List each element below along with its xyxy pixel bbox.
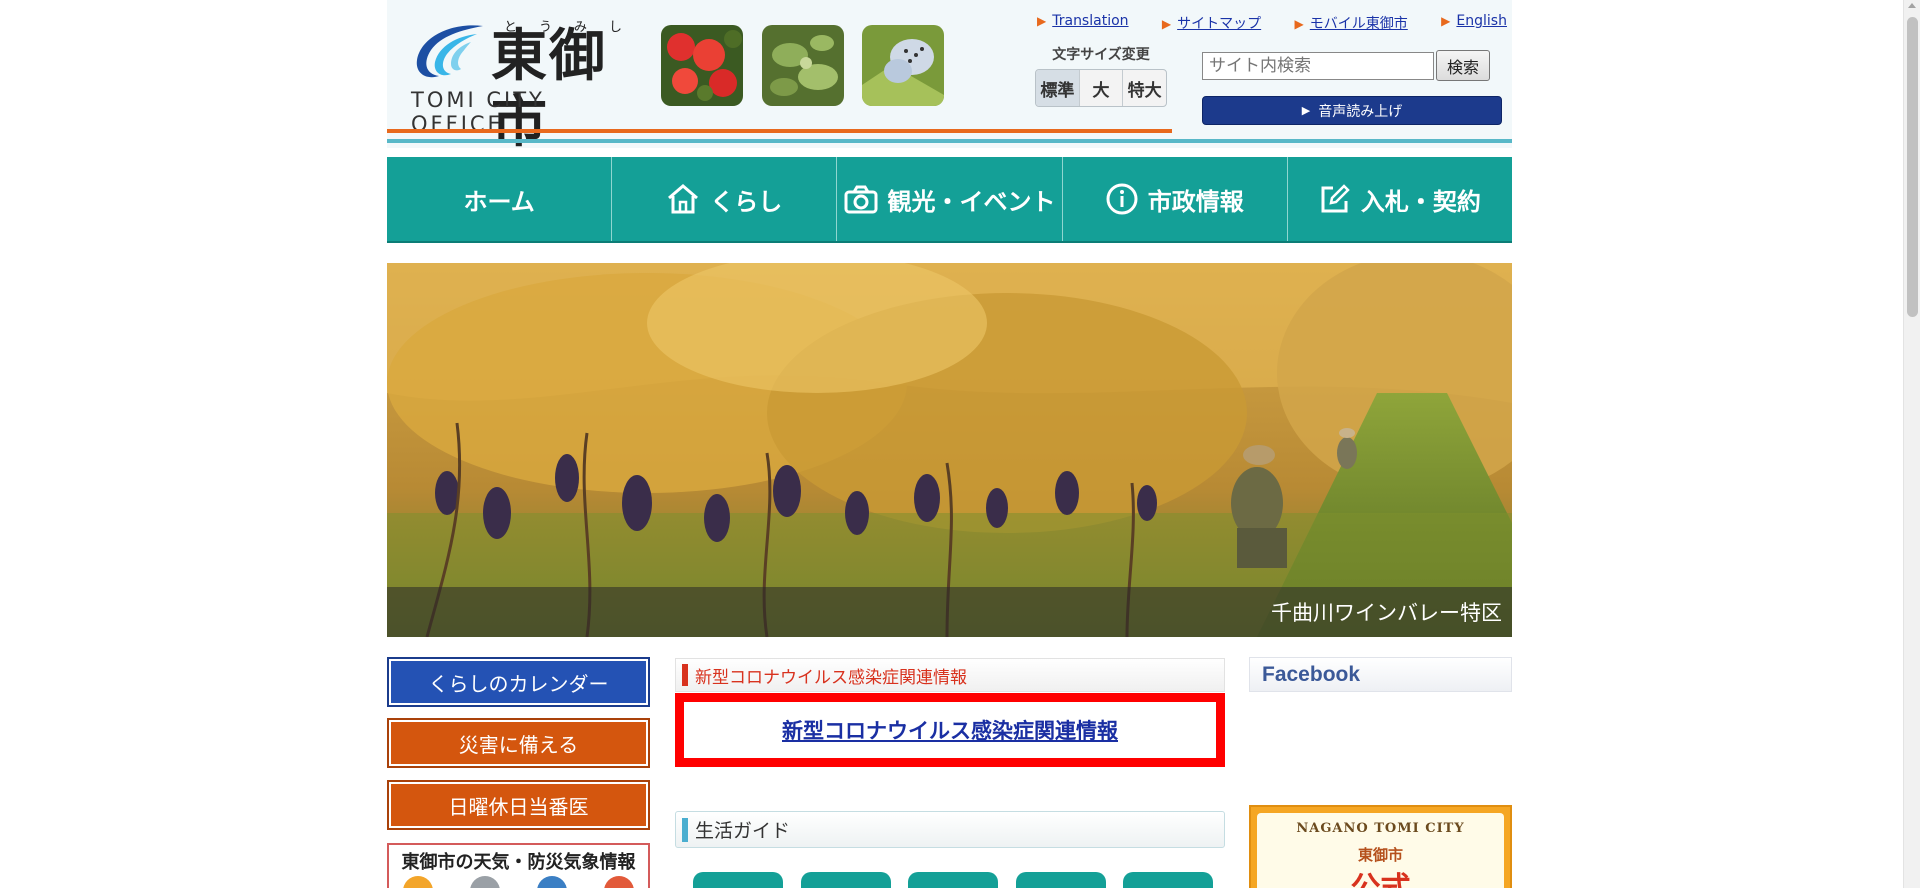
life-guide-tile[interactable] [693, 872, 783, 888]
header-photo-leaves [762, 25, 844, 106]
nav-item-label: ホーム [463, 187, 535, 216]
sun-icon [403, 876, 433, 888]
life-guide-heading-text: 生活ガイド [695, 820, 791, 842]
official-banner[interactable]: NAGANO TOMI CITY 東御市 公式 [1249, 805, 1512, 888]
life-guide-tile[interactable] [908, 872, 998, 888]
page-scrollbar[interactable] [1903, 0, 1920, 888]
heading-accent-bar [682, 664, 688, 686]
font-size-switcher: 文字サイズ変更 標準 大 特大 [1035, 44, 1167, 107]
weather-banner[interactable]: 東御市の天気・防災気象情報 [387, 843, 650, 888]
covid-info-link[interactable]: 新型コロナウイルス感染症関連情報 [782, 715, 1118, 745]
translation-link-label: Translation [1052, 13, 1129, 29]
translation-link[interactable]: ▶ Translation [1037, 13, 1129, 33]
umbrella-icon [537, 876, 567, 888]
camera-icon [844, 185, 877, 214]
sitemap-link[interactable]: ▶ サイトマップ [1162, 13, 1261, 33]
english-link[interactable]: ▶ English [1441, 13, 1507, 33]
mobile-site-link-label: モバイル東御市 [1309, 16, 1408, 32]
global-nav: ホーム くらし 観光・イベント 市政情報 入札・契約 [387, 157, 1512, 243]
hero-image-vineyard [387, 263, 1512, 637]
nav-item-living[interactable]: くらし [612, 157, 838, 241]
weather-banner-title: 東御市の天気・防災気象情報 [401, 852, 636, 873]
life-guide-tile[interactable] [800, 872, 891, 888]
scrollbar-thumb[interactable] [1907, 17, 1918, 317]
header-divider-teal [387, 139, 1512, 143]
covid-info-box: 新型コロナウイルス感染症関連情報 [675, 693, 1225, 767]
heading-accent-bar [682, 817, 688, 842]
font-size-large-button[interactable]: 大 [1080, 70, 1124, 106]
page: と う み し 東御市 TOMI CITY OFFICE ▶ Translati… [387, 0, 1512, 888]
cloud-icon [470, 876, 500, 888]
font-size-buttons: 標準 大 特大 [1035, 69, 1167, 107]
logo-mark-icon [416, 25, 483, 78]
nav-item-label: 観光・イベント [887, 187, 1056, 216]
life-guide-tiles [693, 872, 1213, 888]
triangle-right-icon: ▶ [1294, 17, 1304, 31]
search-input[interactable] [1202, 52, 1434, 80]
voice-reading-label: 音声読み上げ [1318, 103, 1403, 120]
font-size-standard-button[interactable]: 標準 [1036, 70, 1080, 106]
hero-caption: 千曲川ワインバレー特区 [387, 587, 1512, 637]
triangle-right-icon: ▶ [1161, 17, 1172, 31]
nav-item-home[interactable]: ホーム [387, 157, 613, 241]
header-links: ▶ Translation ▶ サイトマップ ▶ モバイル東御市 ▶ English [1037, 13, 1507, 33]
hero-slideshow[interactable]: 千曲川ワインバレー特区 [387, 263, 1512, 637]
play-icon: ▶ [1301, 104, 1311, 117]
font-size-xlarge-button[interactable]: 特大 [1123, 70, 1166, 106]
house-icon [668, 184, 699, 214]
info-icon [1106, 183, 1138, 215]
header-photo-butterfly [862, 25, 944, 106]
font-size-label: 文字サイズ変更 [1052, 47, 1150, 63]
search-button[interactable]: 検索 [1436, 50, 1490, 81]
rainbow-icon [604, 876, 634, 888]
header-divider-orange [387, 129, 1172, 133]
official-banner-sub: 東御市 [1357, 846, 1403, 864]
site-logo[interactable]: と う み し 東御市 TOMI CITY OFFICE [411, 16, 631, 155]
nav-item-tourism[interactable]: 観光・イベント [837, 157, 1063, 241]
nav-item-label: 入札・契約 [1360, 187, 1481, 216]
life-guide-tile[interactable] [1123, 872, 1213, 888]
official-banner-inner: NAGANO TOMI CITY 東御市 公式 [1257, 813, 1504, 888]
triangle-right-icon: ▶ [1441, 14, 1451, 28]
mobile-site-link[interactable]: ▶ モバイル東御市 [1295, 13, 1408, 33]
covid-heading-text: 新型コロナウイルス感染症関連情報 [695, 667, 967, 688]
site-search: 検索 [1202, 50, 1490, 81]
edit-icon [1321, 184, 1350, 213]
nav-item-label: くらし [710, 187, 783, 216]
site-header: と う み し 東御市 TOMI CITY OFFICE ▶ Translati… [387, 0, 1512, 155]
facebook-heading: Facebook [1249, 657, 1512, 692]
living-calendar-button[interactable]: くらしのカレンダー [387, 657, 650, 707]
header-photo-azalea [661, 25, 743, 106]
weather-icons [389, 874, 648, 888]
official-banner-title: NAGANO TOMI CITY [1296, 821, 1465, 836]
voice-reading-button[interactable]: ▶ 音声読み上げ [1202, 96, 1502, 125]
facebook-heading-text: Facebook [1262, 662, 1361, 686]
scroll-up-arrow-icon[interactable] [1908, 3, 1916, 8]
english-link-label: English [1456, 13, 1507, 29]
disaster-preparation-button[interactable]: 災害に備える [387, 718, 650, 768]
official-banner-big: 公式 [1257, 863, 1504, 888]
sitemap-link-label: サイトマップ [1177, 16, 1262, 32]
life-guide-heading: 生活ガイド [675, 811, 1225, 848]
nav-item-city-info[interactable]: 市政情報 [1063, 157, 1288, 241]
nav-item-bidding[interactable]: 入札・契約 [1288, 157, 1512, 241]
covid-section-heading: 新型コロナウイルス感染症関連情報 [675, 658, 1225, 692]
life-guide-tile[interactable] [1015, 872, 1106, 888]
holiday-doctor-button[interactable]: 日曜休日当番医 [387, 780, 650, 830]
triangle-right-icon: ▶ [1037, 14, 1047, 28]
nav-item-label: 市政情報 [1147, 187, 1244, 216]
